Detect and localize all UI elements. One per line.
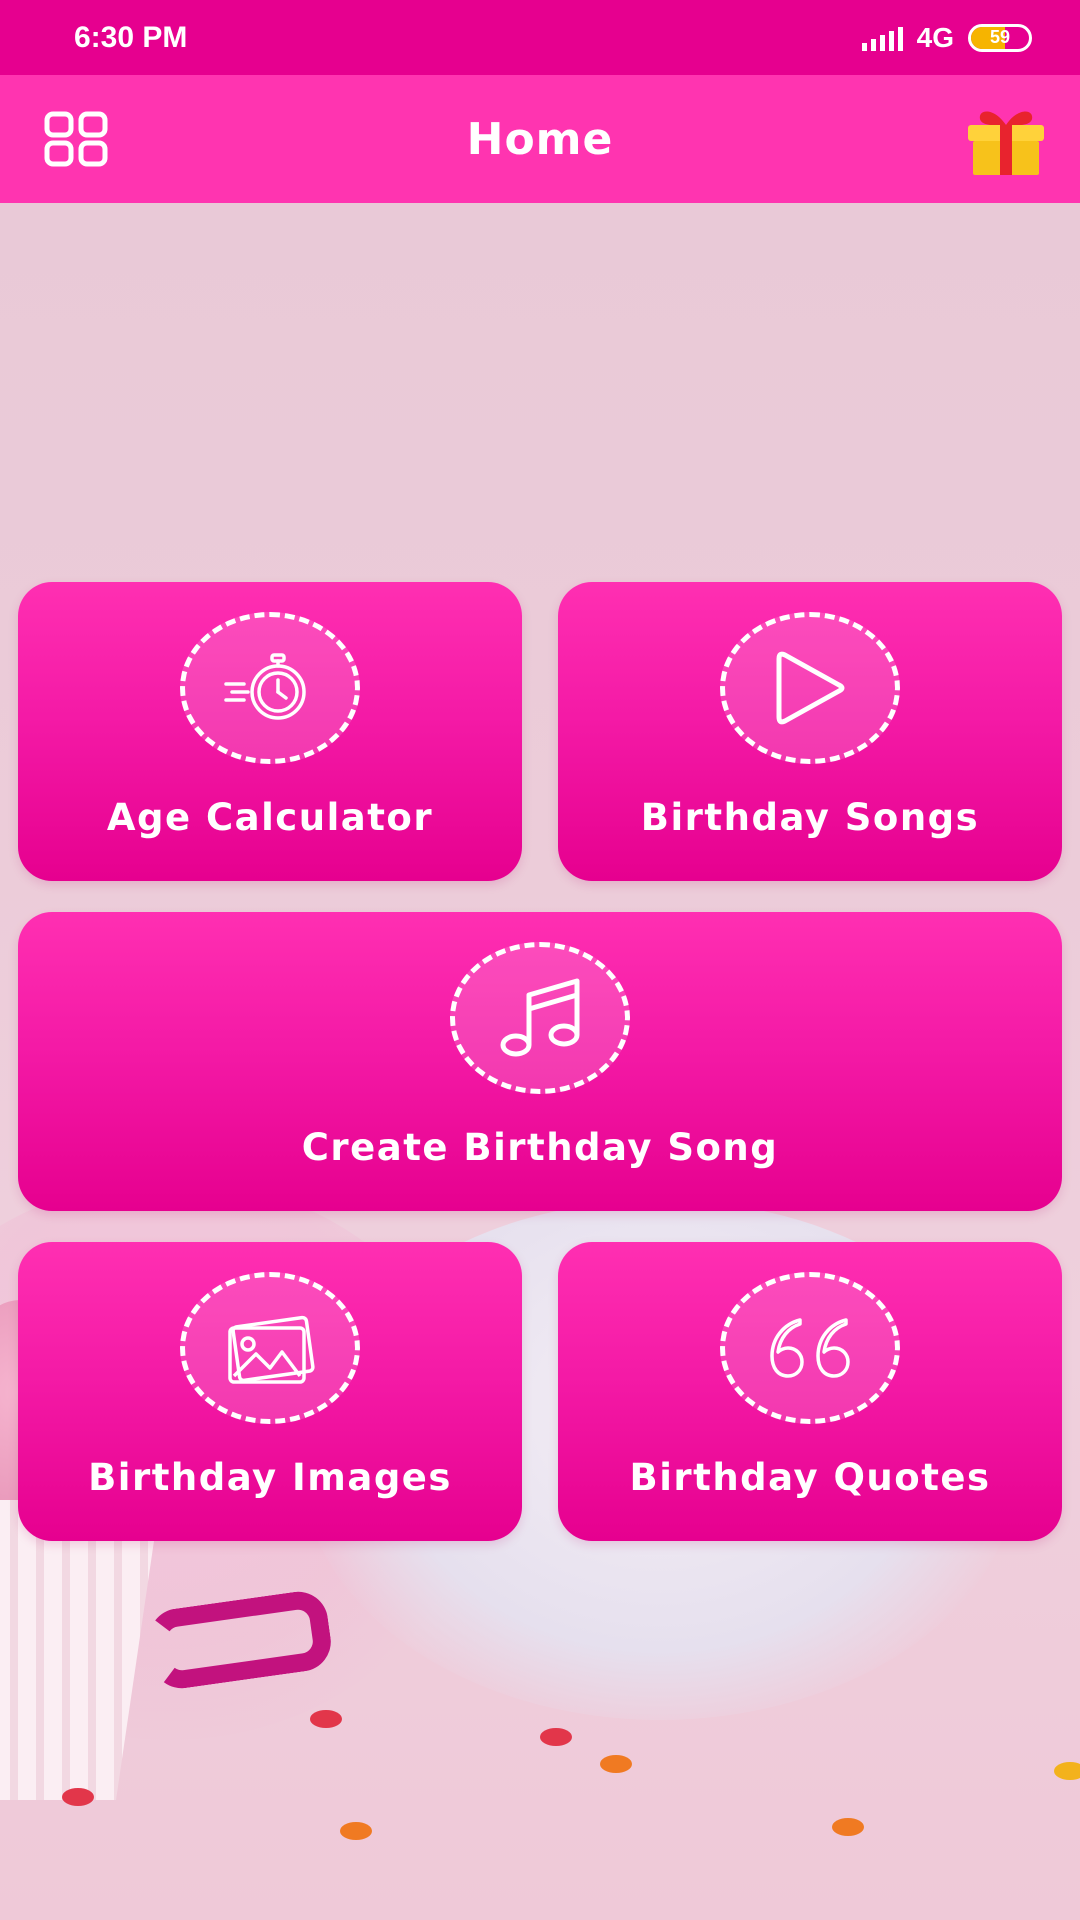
sprinkle: [310, 1710, 342, 1728]
status-bar: 6:30 PM 4G 59: [0, 0, 1080, 75]
battery-icon: 59: [968, 23, 1032, 52]
card-label: Birthday Images: [88, 1456, 452, 1499]
gift-icon: [968, 111, 1044, 175]
card-label: Birthday Songs: [640, 796, 980, 839]
card-icon-circle: [720, 612, 900, 764]
play-icon: [776, 651, 845, 725]
card-icon-circle: [180, 1272, 360, 1424]
gift-button[interactable]: [964, 103, 1048, 177]
status-time: 6:30 PM: [74, 20, 188, 54]
status-indicators: 4G 59: [861, 21, 1032, 54]
signal-strength-icon: [861, 25, 903, 51]
app-bar: Home: [0, 75, 1080, 203]
page-title: Home: [466, 113, 614, 165]
image-gallery-icon: [228, 1315, 315, 1384]
stopwatch-icon: [224, 653, 306, 720]
network-type: 4G: [916, 21, 954, 53]
card-icon-circle: [450, 942, 630, 1094]
sprinkle: [1054, 1762, 1080, 1780]
grid-menu-icon: [44, 111, 108, 167]
sprinkle: [340, 1822, 372, 1840]
sprinkle: [62, 1788, 94, 1806]
birthday-quotes-card[interactable]: Birthday Quotes: [558, 1242, 1062, 1541]
card-icon-circle: [180, 612, 360, 764]
music-note-icon: [500, 978, 580, 1057]
birthday-songs-card[interactable]: Birthday Songs: [558, 582, 1062, 881]
quote-icon: [770, 1318, 850, 1378]
card-label: Create Birthday Song: [301, 1126, 779, 1169]
age-calculator-card[interactable]: Age Calculator: [18, 582, 522, 881]
create-birthday-song-card[interactable]: Create Birthday Song: [18, 912, 1062, 1211]
birthday-images-card[interactable]: Birthday Images: [18, 1242, 522, 1541]
sprinkle: [832, 1818, 864, 1836]
card-icon-circle: [720, 1272, 900, 1424]
battery-level: 59: [989, 27, 1011, 47]
sprinkle: [600, 1755, 632, 1773]
cupcake-decoration: [0, 1500, 160, 1800]
card-label: Birthday Quotes: [629, 1456, 991, 1499]
card-label: Age Calculator: [106, 796, 434, 839]
sprinkle: [540, 1728, 572, 1746]
grid-menu-button[interactable]: [44, 111, 108, 167]
